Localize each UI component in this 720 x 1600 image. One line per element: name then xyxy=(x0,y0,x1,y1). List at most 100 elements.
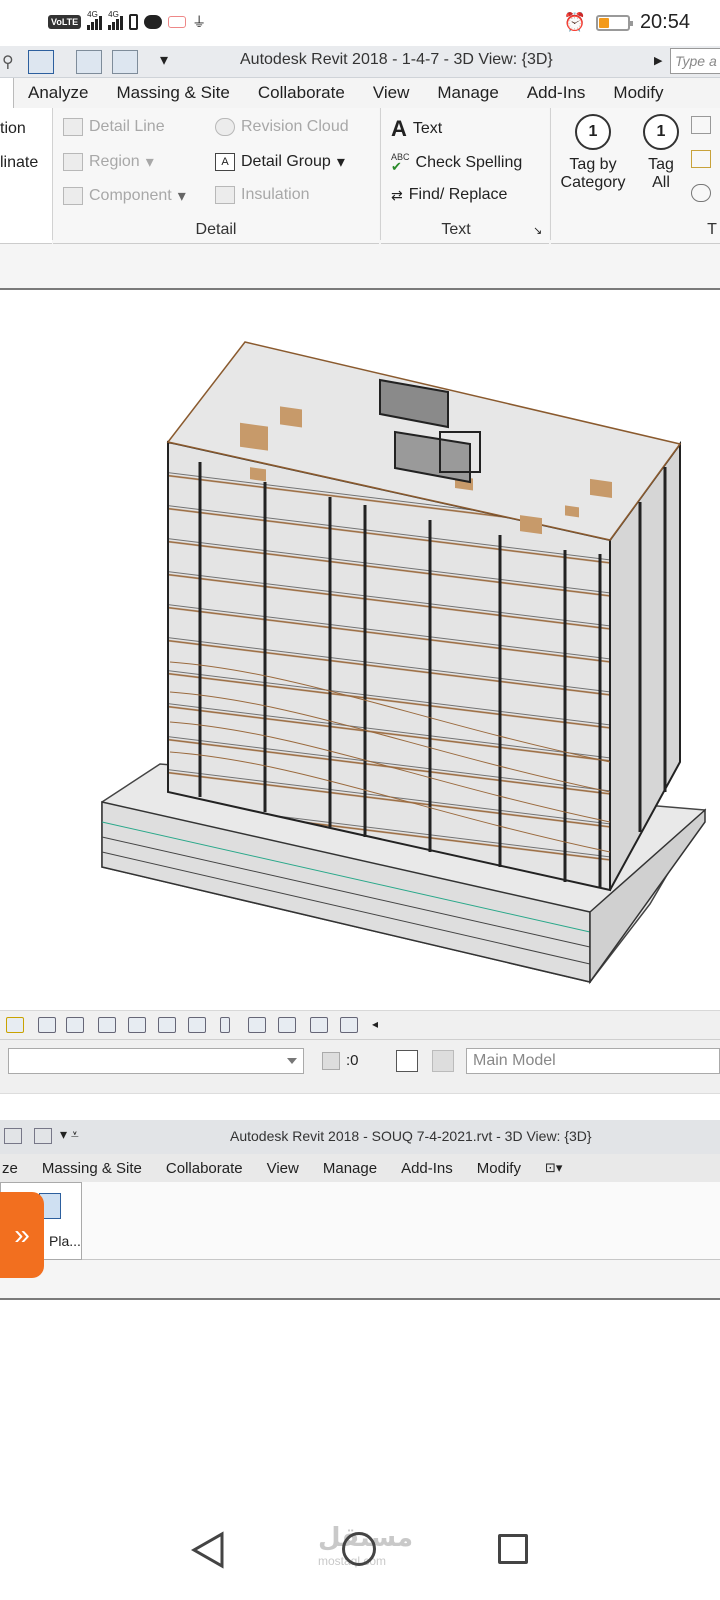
selection-dropdown[interactable] xyxy=(8,1048,304,1074)
revit-ribbon-bottom: ▾ ⩡ Autodesk Revit 2018 - SOUQ 7-4-2021.… xyxy=(0,1120,720,1300)
find-replace-button[interactable]: ⇄ Find/ Replace xyxy=(391,186,507,204)
tag-icon: 1 xyxy=(575,114,611,150)
temporary-hide-icon[interactable] xyxy=(188,1017,206,1033)
ribbon-panel-2: Pla... xyxy=(0,1182,720,1260)
reveal-hidden-icon[interactable] xyxy=(220,1017,230,1033)
filter-icon[interactable] xyxy=(322,1052,340,1070)
tab-manage[interactable]: Manage xyxy=(423,83,512,103)
text-button[interactable]: A Text xyxy=(391,116,442,142)
detail-line-button[interactable]: Detail Line xyxy=(63,118,165,136)
revit-ribbon-top: ⚲ ▾ Autodesk Revit 2018 - 1-4-7 - 3D Vie… xyxy=(0,46,720,290)
unlock-view-icon[interactable] xyxy=(158,1017,176,1033)
view-control-bar: ◂ xyxy=(0,1010,720,1040)
sun-path-icon[interactable] xyxy=(6,1017,24,1033)
quick-access-toolbar: ⚲ ▾ Autodesk Revit 2018 - 1-4-7 - 3D Vie… xyxy=(0,46,720,78)
component-button[interactable]: Component ▾ xyxy=(63,186,186,206)
tab-add-ins[interactable]: Add-Ins xyxy=(389,1160,465,1177)
detail-line-icon xyxy=(63,118,83,136)
analytical-model-icon[interactable] xyxy=(278,1017,296,1033)
tab-view[interactable]: View xyxy=(255,1160,311,1177)
home-icon[interactable] xyxy=(342,1532,376,1566)
design-options-icon[interactable] xyxy=(396,1050,418,1072)
tab-modify[interactable]: Modify xyxy=(465,1160,533,1177)
insulation-icon xyxy=(215,186,235,204)
app-notification-icon xyxy=(168,16,187,28)
switch-windows-icon[interactable] xyxy=(112,50,138,74)
render-icon[interactable] xyxy=(66,1017,84,1033)
shadows-icon[interactable] xyxy=(38,1017,56,1033)
tag-by-category-button[interactable]: 1 Tag by Category xyxy=(555,114,631,214)
partial-label-1[interactable]: tion xyxy=(0,120,26,138)
window-title-2: Autodesk Revit 2018 - SOUQ 7-4-2021.rvt … xyxy=(230,1128,592,1144)
region-button[interactable]: Region ▾ xyxy=(63,152,154,172)
insulation-button[interactable]: Insulation xyxy=(215,186,310,204)
tab-modify[interactable]: Modify xyxy=(599,83,677,103)
signal-icon-2: 4G xyxy=(108,10,124,30)
panel-label-tag: T xyxy=(707,221,717,238)
panel-launcher-icon[interactable]: ↘ xyxy=(533,224,542,237)
worksharing-icon[interactable] xyxy=(248,1017,266,1033)
design-option-select[interactable]: Main Model xyxy=(466,1048,720,1074)
volte-badge: VoLTE xyxy=(48,15,82,29)
usb-icon: ⏚ xyxy=(192,14,207,30)
tab-add-ins[interactable]: Add-Ins xyxy=(513,83,600,103)
message-icon xyxy=(144,15,163,29)
check-spelling-button[interactable]: ABC ✔ Check Spelling xyxy=(391,152,522,173)
ribbon-tabs: Analyze Massing & Site Collaborate View … xyxy=(0,78,720,108)
close-hidden-icon[interactable] xyxy=(4,1128,22,1144)
tag-all-icon: 1 xyxy=(643,114,679,150)
panel-tag: 1 Tag by Category 1 Tag All T xyxy=(551,108,720,244)
revision-cloud-button[interactable]: Revision Cloud xyxy=(215,118,349,136)
ribbon-toggle-icon[interactable]: ⊡▾ xyxy=(533,1160,574,1176)
3d-view-canvas[interactable] xyxy=(0,292,720,1010)
tab-analyze-partial[interactable]: ze xyxy=(0,1160,30,1177)
panel-detail: Detail Line Revision Cloud Region ▾ A Deta… xyxy=(53,108,379,244)
tab-annotate-active[interactable] xyxy=(0,78,14,108)
component-icon xyxy=(63,187,83,205)
multi-category-icon[interactable] xyxy=(691,116,711,134)
material-tag-icon[interactable] xyxy=(691,150,711,168)
close-hidden-icon[interactable] xyxy=(76,50,102,74)
expand-arrow-icon[interactable]: ▶ xyxy=(654,54,662,67)
tag-all-button[interactable]: 1 Tag All xyxy=(635,114,687,214)
detail-group-icon: A xyxy=(215,153,235,171)
scroll-left-icon[interactable]: ◂ xyxy=(372,1017,378,1031)
panel-dimension-partial: tion linate xyxy=(0,108,52,244)
tab-massing-site[interactable]: Massing & Site xyxy=(102,83,243,103)
phone-status-bar: VoLTE 4G 4G ⏚ ⏰ 20:54 xyxy=(0,0,720,46)
tab-analyze[interactable]: Analyze xyxy=(14,83,102,103)
thin-lines-icon[interactable] xyxy=(28,50,54,74)
pin-icon[interactable]: ⚲ xyxy=(2,52,14,72)
panel-label-detail: Detail xyxy=(195,221,237,238)
revision-cloud-icon xyxy=(215,118,235,136)
switch-windows-icon[interactable] xyxy=(34,1128,52,1144)
revit-status-bar: :0 Main Model xyxy=(0,1040,720,1094)
qat-dropdown-icon[interactable]: ▾ xyxy=(160,50,168,70)
panel-text: A Text ABC ✔ Check Spelling ⇄ Find/ Replace … xyxy=(381,108,549,244)
tab-manage[interactable]: Manage xyxy=(311,1160,389,1177)
detail-group-button[interactable]: A Detail Group ▾ xyxy=(215,152,345,172)
tab-view[interactable]: View xyxy=(359,83,424,103)
region-icon xyxy=(63,153,83,171)
tab-collaborate[interactable]: Collaborate xyxy=(154,1160,255,1177)
recent-apps-icon[interactable] xyxy=(498,1534,528,1564)
panel-label-text: Text xyxy=(441,221,471,238)
highlight-displacement-icon[interactable] xyxy=(310,1017,328,1033)
back-icon[interactable] xyxy=(190,1530,226,1570)
clock: 20:54 xyxy=(639,11,690,33)
search-input[interactable]: Type a xyxy=(670,48,720,74)
reveal-constraints-icon[interactable] xyxy=(340,1017,358,1033)
text-icon: A xyxy=(391,116,407,141)
room-tag-icon[interactable] xyxy=(691,184,711,202)
window-title: Autodesk Revit 2018 - 1-4-7 - 3D View: {… xyxy=(240,51,553,68)
editable-only-icon[interactable] xyxy=(432,1050,454,1072)
signal-icon: 4G xyxy=(87,10,103,30)
crop-view-icon[interactable] xyxy=(98,1017,116,1033)
partial-label-2[interactable]: linate xyxy=(0,154,38,172)
show-crop-icon[interactable] xyxy=(128,1017,146,1033)
quick-access-toolbar-2: ▾ ⩡ Autodesk Revit 2018 - SOUQ 7-4-2021.… xyxy=(0,1120,720,1154)
tab-collaborate[interactable]: Collaborate xyxy=(244,83,359,103)
qat-dropdown-icon[interactable]: ▾ ⩡ xyxy=(60,1126,79,1143)
side-drawer-button[interactable]: » xyxy=(0,1192,44,1278)
tab-massing-site[interactable]: Massing & Site xyxy=(30,1160,154,1177)
